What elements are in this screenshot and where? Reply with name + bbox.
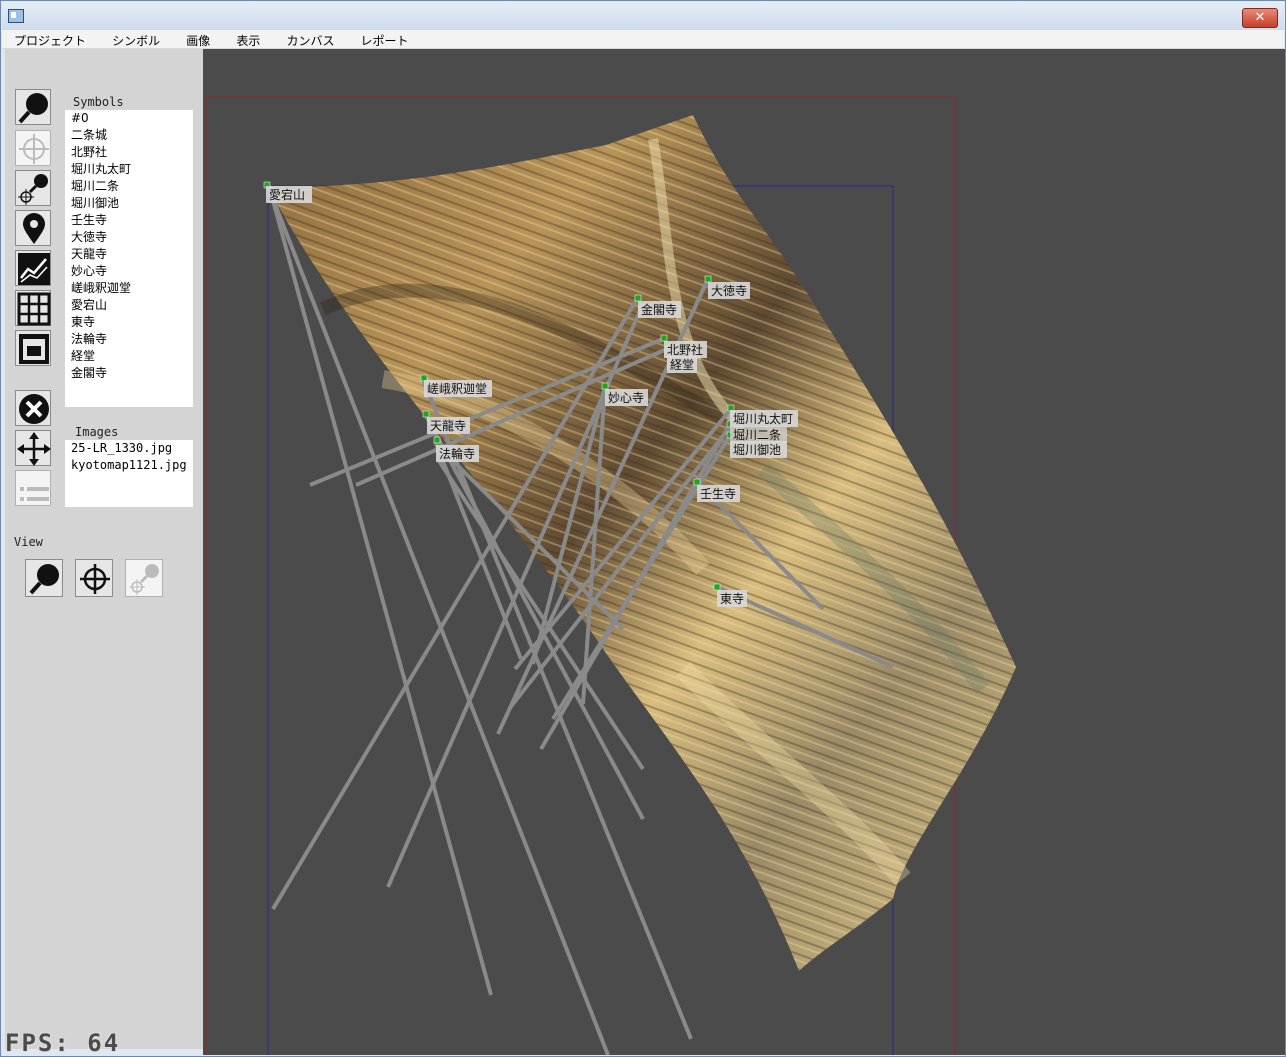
list-item[interactable]: 愛宕山 — [65, 297, 193, 314]
symbols-list[interactable]: #0 二条城 北野社 堀川丸太町 堀川二条 堀川御池 壬生寺 大徳寺 天龍寺 妙… — [65, 110, 193, 407]
move-tool-icon — [17, 432, 51, 466]
list-item[interactable]: #0 — [65, 110, 193, 127]
map-canvas[interactable]: 愛宕山 金閣寺 大徳寺 北野社 経堂 嵯峨釈迦堂 妙心寺 堀川丸太町 天龍寺 堀… — [203, 49, 1285, 1055]
list-item[interactable]: 東寺 — [65, 314, 193, 331]
move-tool-button[interactable] — [15, 430, 51, 466]
label-horikawa-oike[interactable]: 堀川御池 — [733, 442, 781, 457]
label-saga-shakado[interactable]: 嵯峨釈迦堂 — [427, 382, 487, 396]
label-horikawa-marutamachi[interactable]: 堀川丸太町 — [733, 411, 793, 426]
view-zoom-crosshair-button[interactable] — [125, 559, 163, 597]
list-item[interactable]: 法輪寺 — [65, 331, 193, 348]
marker[interactable] — [433, 436, 441, 444]
marker[interactable] — [660, 334, 668, 342]
crosshair-icon — [80, 564, 110, 594]
grid-tool-icon — [17, 292, 51, 326]
label-atagoyama[interactable]: 愛宕山 — [269, 187, 305, 202]
view-label: View — [14, 535, 43, 549]
canvas-drawing[interactable]: 愛宕山 金閣寺 大徳寺 北野社 経堂 嵯峨釈迦堂 妙心寺 堀川丸太町 天龍寺 堀… — [203, 49, 1285, 1055]
zoom-tool-button[interactable] — [15, 89, 51, 125]
crosshair-tool-icon — [19, 134, 49, 164]
menu-report[interactable]: レポート — [349, 32, 418, 50]
menu-project[interactable]: プロジェクト — [2, 32, 95, 50]
chart-tool-icon — [18, 253, 50, 285]
menu-image[interactable]: 画像 — [174, 32, 219, 50]
map-pin-tool-button[interactable] — [15, 210, 51, 246]
label-kyodo[interactable]: 経堂 — [670, 358, 694, 372]
label-horinji[interactable]: 法輪寺 — [439, 446, 475, 461]
list-item[interactable]: 嵯峨釈迦堂 — [65, 280, 193, 297]
fps-counter: FPS: 64 — [5, 1029, 121, 1057]
map-pin-tool-icon — [23, 213, 45, 244]
view-zoom-button[interactable] — [25, 559, 63, 597]
list-item[interactable]: 壬生寺 — [65, 212, 193, 229]
list-item[interactable]: 経堂 — [65, 348, 193, 365]
label-kitanosha[interactable]: 北野社 — [667, 342, 703, 357]
zoom-crosshair-tool-button[interactable] — [15, 170, 51, 206]
list-item[interactable]: 大徳寺 — [65, 229, 193, 246]
grid-tool-button[interactable] — [15, 290, 51, 326]
label-toji[interactable]: 東寺 — [720, 592, 744, 606]
list-tool-button[interactable] — [15, 470, 51, 506]
close-button[interactable]: ✕ — [1242, 8, 1278, 28]
images-list[interactable]: 25-LR_1330.jpg kyotomap1121.jpg — [65, 440, 193, 507]
menu-canvas[interactable]: カンバス — [274, 32, 343, 50]
marker[interactable] — [713, 583, 721, 591]
list-item[interactable]: 堀川二条 — [65, 178, 193, 195]
label-myoshinji[interactable]: 妙心寺 — [608, 391, 644, 405]
menu-bar: プロジェクト シンボル 画像 表示 カンバス レポート — [2, 30, 1284, 49]
list-item[interactable]: 北野社 — [65, 144, 193, 161]
zoom-crosshair-icon — [129, 564, 159, 595]
title-bar: ✕ — [2, 2, 1284, 30]
label-tenryuji[interactable]: 天龍寺 — [430, 418, 466, 433]
list-item[interactable]: 天龍寺 — [65, 246, 193, 263]
list-item[interactable]: kyotomap1121.jpg — [65, 457, 193, 474]
label-horikawa-nijo[interactable]: 堀川二条 — [733, 427, 781, 442]
list-item[interactable]: 堀川御池 — [65, 195, 193, 212]
list-item[interactable]: 二条城 — [65, 127, 193, 144]
warped-map-image[interactable] — [268, 115, 1016, 971]
app-icon — [8, 9, 24, 23]
list-item[interactable]: 25-LR_1330.jpg — [65, 440, 193, 457]
list-item[interactable]: 金閣寺 — [65, 365, 193, 382]
list-item[interactable]: 堀川丸太町 — [65, 161, 193, 178]
delete-tool-button[interactable] — [15, 390, 51, 426]
symbols-label: Symbols — [73, 95, 124, 109]
view-crosshair-button[interactable] — [75, 559, 113, 597]
layout-tool-button[interactable] — [15, 330, 51, 366]
list-item[interactable]: 妙心寺 — [65, 263, 193, 280]
marker[interactable] — [422, 410, 430, 418]
chart-tool-button[interactable] — [15, 250, 51, 286]
zoom-crosshair-tool-icon — [18, 174, 48, 205]
marker[interactable] — [704, 275, 712, 283]
zoom-tool-icon — [18, 93, 48, 124]
app-window: ✕ プロジェクト シンボル 画像 表示 カンバス レポート Symbols #0… — [0, 0, 1286, 1057]
zoom-icon — [29, 564, 59, 595]
label-daitokuji[interactable]: 大徳寺 — [711, 283, 747, 298]
images-label: Images — [75, 425, 119, 439]
crosshair-tool-button[interactable] — [15, 130, 51, 166]
menu-symbol[interactable]: シンボル — [100, 32, 169, 50]
label-mibudera[interactable]: 壬生寺 — [700, 487, 736, 501]
label-kinkakuji[interactable]: 金閣寺 — [641, 302, 677, 317]
delete-tool-icon — [19, 394, 49, 424]
left-panel: Symbols #0 二条城 北野社 堀川丸太町 堀川二条 堀川御池 壬生寺 大… — [5, 49, 203, 1049]
menu-view[interactable]: 表示 — [224, 32, 269, 50]
marker[interactable] — [601, 382, 609, 390]
marker[interactable] — [693, 478, 701, 486]
marker[interactable] — [634, 294, 642, 302]
layout-tool-icon — [19, 334, 49, 364]
list-tool-icon — [20, 487, 49, 501]
